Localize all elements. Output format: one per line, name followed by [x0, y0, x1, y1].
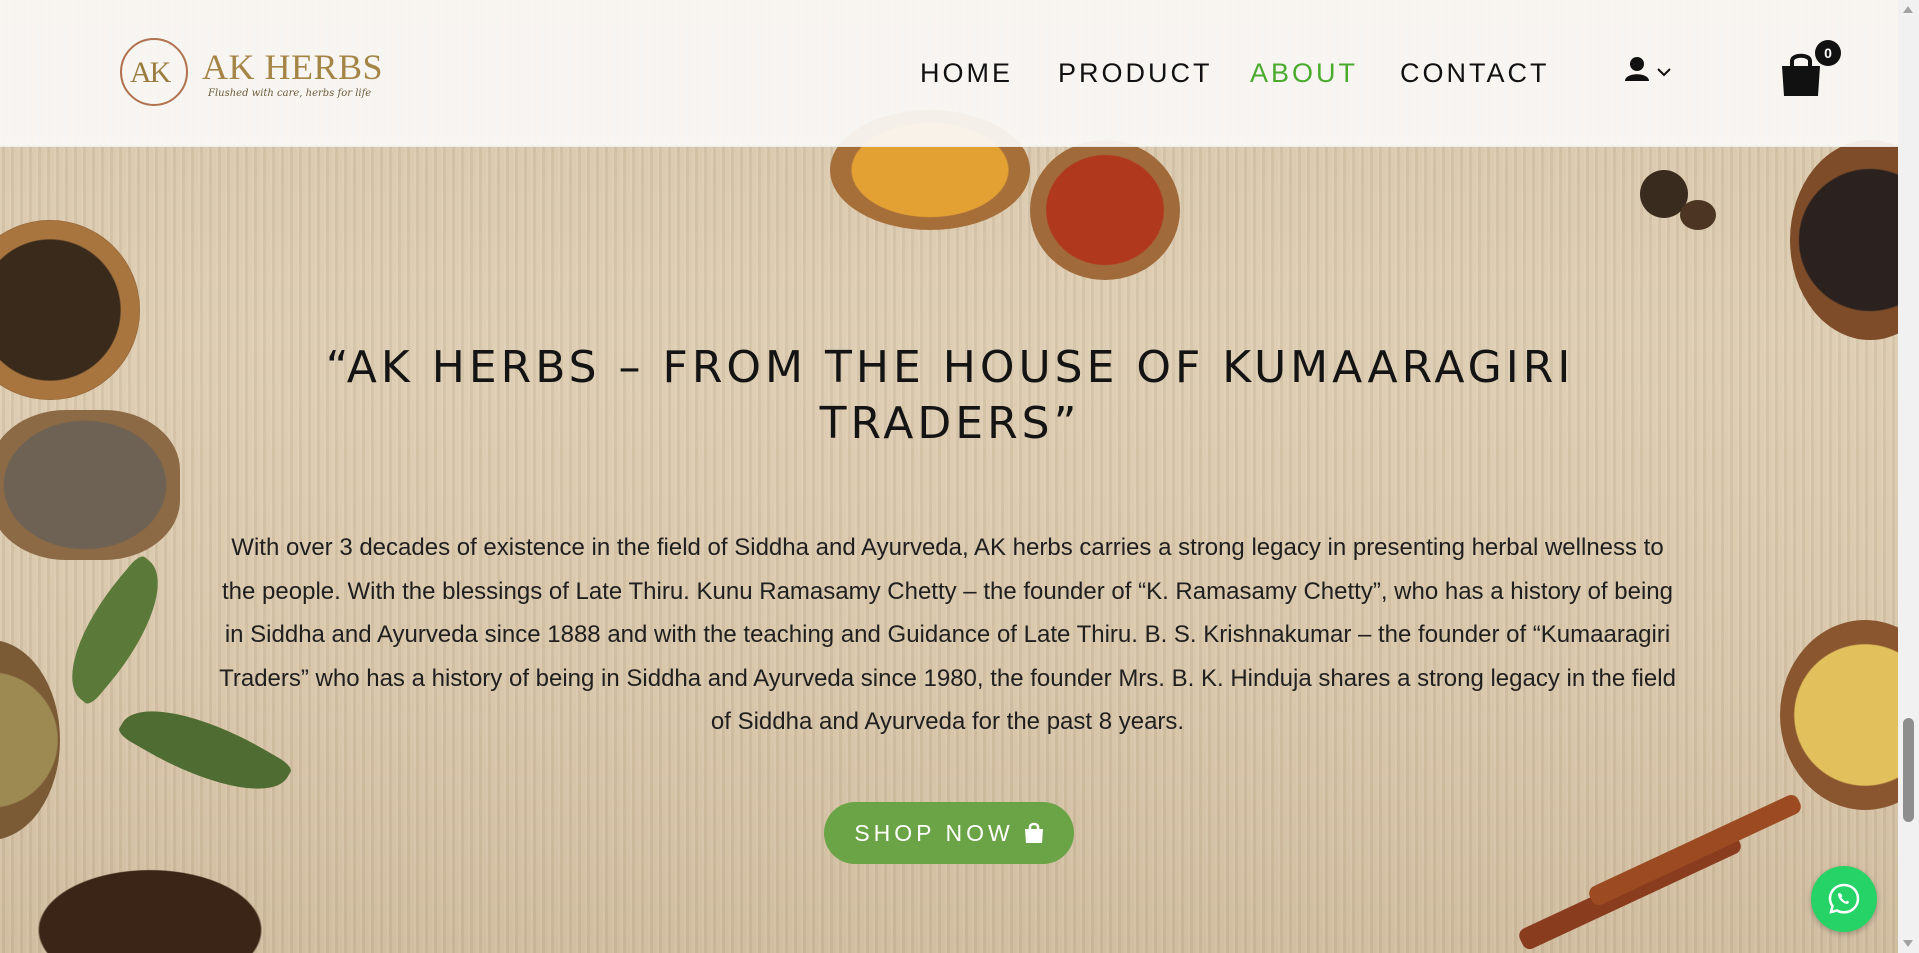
brand-logo[interactable]: AK AK HERBS Flushed with care, herbs for…: [120, 36, 384, 120]
site-header: AK AK HERBS Flushed with care, herbs for…: [0, 0, 1898, 147]
brand-name: AK HERBS: [202, 47, 384, 87]
cart-count-badge: 0: [1815, 40, 1841, 66]
shopping-bag-icon: [1024, 822, 1043, 843]
user-icon: [1625, 57, 1671, 81]
scroll-down-arrow-icon[interactable]: [1903, 940, 1913, 947]
about-body-text: With over 3 decades of existence in the …: [219, 534, 1676, 735]
about-headline: “AK HERBS – FROM THE HOUSE OF KUMAARAGIR…: [325, 342, 1575, 449]
nav-contact[interactable]: CONTACT: [1400, 58, 1550, 89]
scrollbar-thumb[interactable]: [1903, 718, 1914, 822]
cart-button[interactable]: 0: [1780, 40, 1841, 96]
chevron-down-icon: [1657, 68, 1671, 77]
nav-product[interactable]: PRODUCT: [1058, 58, 1213, 89]
page-scrollbar[interactable]: [1898, 0, 1919, 953]
shop-now-button[interactable]: SHOP NOW: [824, 802, 1074, 864]
whatsapp-icon: [1828, 883, 1860, 914]
scroll-up-arrow-icon[interactable]: [1903, 6, 1913, 13]
logo-monogram: AK: [130, 56, 171, 89]
shop-now-label: SHOP NOW: [854, 819, 1014, 846]
nav-home[interactable]: HOME: [920, 58, 1013, 89]
user-account-menu[interactable]: [1623, 55, 1673, 91]
nav-about[interactable]: ABOUT: [1250, 58, 1358, 89]
brand-tagline: Flushed with care, herbs for life: [208, 88, 372, 99]
whatsapp-chat-button[interactable]: [1811, 866, 1877, 932]
